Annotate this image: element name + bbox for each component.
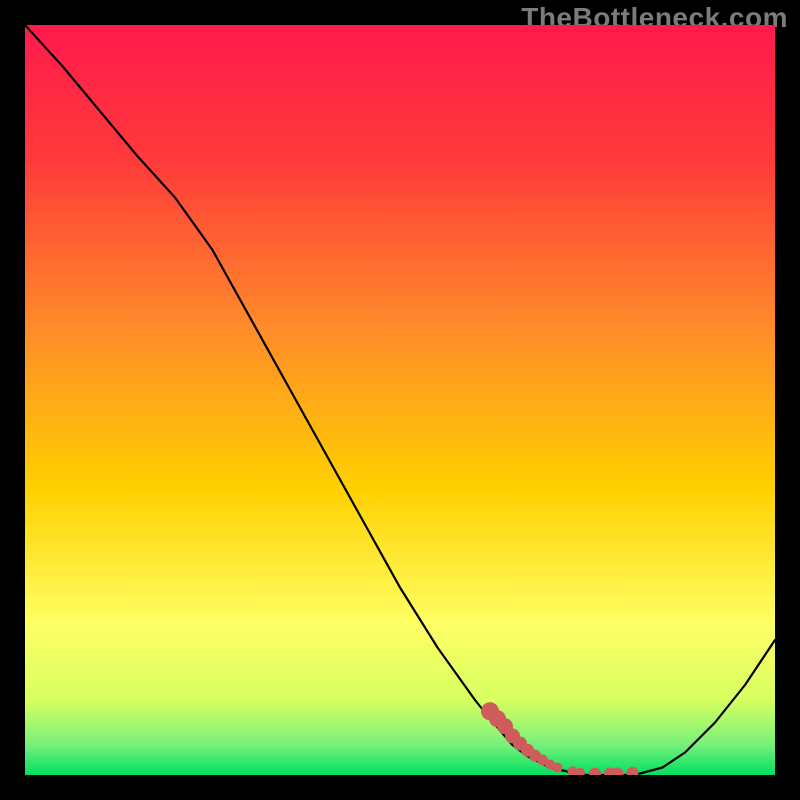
gradient-background (25, 25, 775, 775)
chart-root: TheBottleneck.com (0, 0, 800, 800)
plot-area (25, 25, 775, 775)
highlight-dot (553, 763, 563, 773)
chart-svg (25, 25, 775, 775)
